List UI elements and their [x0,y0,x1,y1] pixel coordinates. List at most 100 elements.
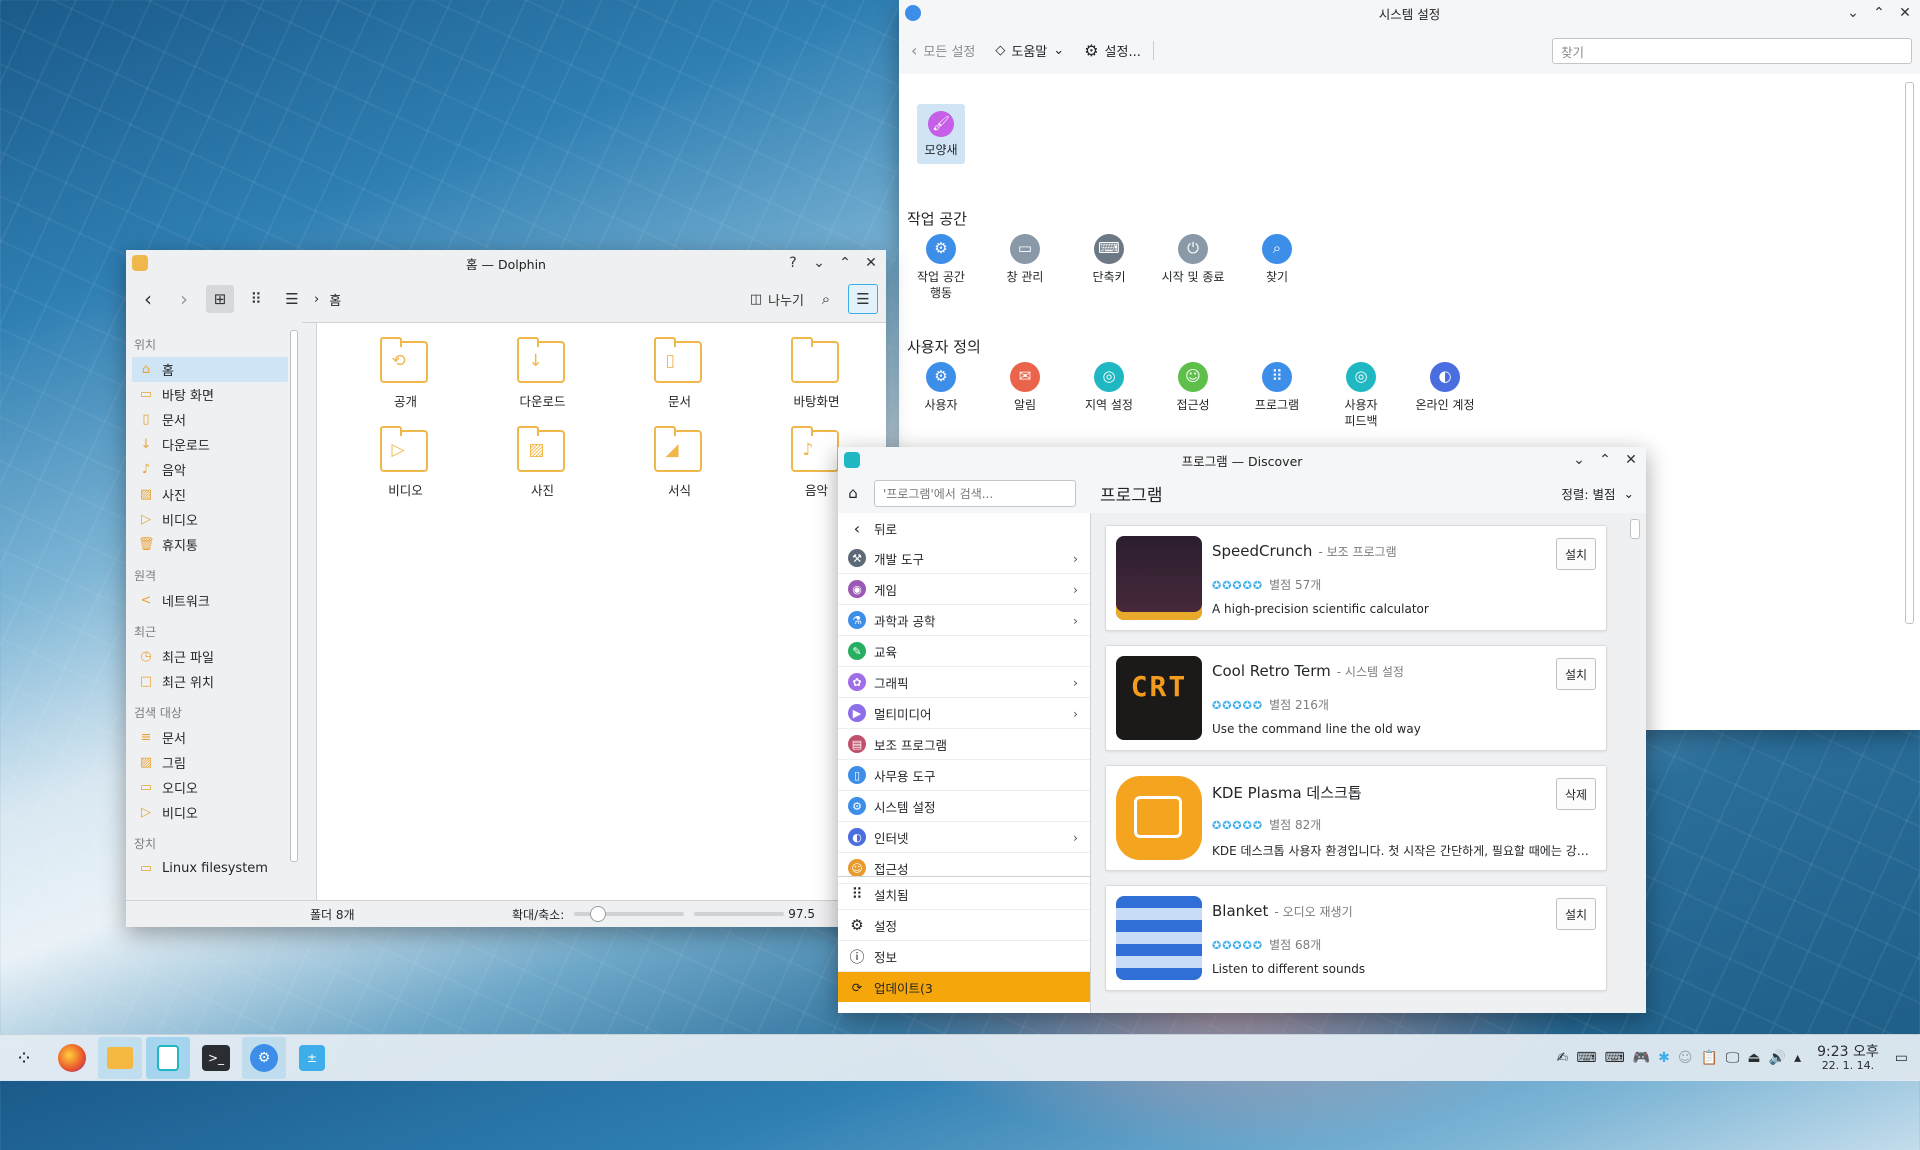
settings-module-item[interactable]: ☺ 접근성 [1151,362,1235,429]
search-icon[interactable]: ⌕ [812,285,840,313]
close-icon[interactable]: ✕ [1622,450,1640,470]
places-item[interactable]: ▷ 비디오 [132,800,288,825]
folder-item[interactable]: ▷ 비디오 [337,424,474,499]
clock[interactable]: 9:23 오후 22. 1. 14. [1817,1044,1879,1073]
show-desktop-icon[interactable]: ▭ [1895,1050,1908,1066]
folder-item[interactable]: ↓ 다운로드 [474,335,611,410]
settings-module-item[interactable]: ◎ 지역 설정 [1067,362,1151,429]
back-arrow-icon[interactable]: ‹ [134,285,162,313]
category-item[interactable]: ⚗ 과학과 공학 › [838,605,1090,636]
calculator-icon[interactable]: ± [290,1037,334,1079]
icons-view-icon[interactable]: ⊞ [206,285,234,313]
bottom-nav-item[interactable]: ⠿ 설치됨 [838,879,1090,910]
discover-search-input[interactable]: '프로그램'에서 검색... [874,479,1076,507]
dolphin-task-icon[interactable] [98,1037,142,1079]
split-view-button[interactable]: ◫ 나누기 [750,285,804,313]
settings-module-item[interactable]: ⠿ 프로그램 [1235,362,1319,429]
zoom-slider-knob[interactable] [590,906,607,922]
hamburger-menu-icon[interactable]: ☰ [848,284,878,314]
settings-module-item[interactable]: ✉ 알림 [983,362,1067,429]
folder-item[interactable]: ◢ 서식 [611,424,748,499]
help-icon[interactable]: ? [784,253,802,273]
chevron-down-icon[interactable]: ⌄ [1570,450,1588,470]
settings-module-item[interactable]: ◐ 온라인 계정 [1403,362,1487,429]
keyboard-layout-icon[interactable]: ⌨ [1604,1050,1624,1066]
konsole-icon[interactable]: >_ [194,1037,238,1079]
places-item[interactable]: 🗑 휴지통 [132,532,288,557]
maximize-icon[interactable]: ⌃ [1870,3,1888,23]
bottom-nav-item[interactable]: ⚙ 설정 [838,910,1090,941]
maximize-icon[interactable]: ⌃ [1596,450,1614,470]
settings-module-item[interactable]: ⌕ 찾기 [1235,234,1319,301]
dolphin-titlebar[interactable]: 홈 — Dolphin ? ⌄ ⌃ ✕ [126,250,886,276]
remove-button[interactable]: 삭제 [1556,778,1596,810]
category-item[interactable]: ▶ 멀티미디어 › [838,698,1090,729]
settings-scrollbar[interactable] [1905,82,1914,624]
app-list-scrollbar[interactable] [1630,519,1640,539]
app-launcher-icon[interactable]: ⁘ [2,1037,46,1079]
settings-module-item[interactable]: ⚙ 작업 공간 행동 [899,234,983,301]
settings-module-item[interactable]: ▭ 창 관리 [983,234,1067,301]
appearance-item[interactable]: 🖌 모양새 [917,104,965,164]
chevron-down-icon[interactable]: ⌄ [1844,3,1862,23]
display-icon[interactable]: 🖵 [1726,1050,1740,1066]
install-button[interactable]: 설치 [1556,658,1596,690]
system-settings-task-icon[interactable]: ⚙ [242,1037,286,1079]
places-item[interactable]: ↓ 다운로드 [132,432,288,457]
category-item[interactable]: ▤ 보조 프로그램 [838,729,1090,760]
discover-task-icon[interactable] [146,1037,190,1079]
settings-titlebar[interactable]: 시스템 설정 ⌄ ⌃ ✕ [899,0,1920,26]
game-controller-icon[interactable]: 🎮 [1633,1050,1650,1066]
places-item[interactable]: ⌂ 홈 [132,357,288,382]
close-icon[interactable]: ✕ [862,253,880,273]
sort-dropdown[interactable]: 정렬: 별점 ⌄ [1561,484,1646,503]
home-icon[interactable]: ⌂ [838,484,868,502]
places-item[interactable]: ▭ 오디오 [132,775,288,800]
install-button[interactable]: 설치 [1556,538,1596,570]
app-card[interactable]: CRT Cool Retro Term - 시스템 설정 ✪✪✪✪✪ 별점 216개 Us… [1105,645,1607,751]
settings-module-item[interactable]: ⚙ 사용자 [899,362,983,429]
breadcrumb-home[interactable]: 홈 [329,290,341,309]
updates-item[interactable]: ⟳ 업데이트(3 [838,972,1090,1002]
category-item[interactable]: ✎ 교육 [838,636,1090,667]
places-item[interactable]: ≡ 문서 [132,725,288,750]
close-icon[interactable]: ✕ [1896,3,1914,23]
settings-search-input[interactable]: 찾기 [1552,38,1912,64]
places-scrollbar[interactable] [290,330,298,862]
app-card[interactable]: SpeedCrunch - 보조 프로그램 ✪✪✪✪✪ 별점 57개 A high-pr… [1105,525,1607,631]
folder-item[interactable]: ▯ 문서 [611,335,748,410]
volume-icon[interactable]: 🔊 [1769,1050,1786,1066]
forward-arrow-icon[interactable]: › [170,285,198,313]
compact-view-icon[interactable]: ⠿ [242,285,270,313]
tray-expand-icon[interactable]: ▴ [1794,1050,1801,1066]
chevron-down-icon[interactable]: ⌄ [810,253,828,273]
back-button[interactable]: ‹ 뒤로 [838,513,1090,543]
app-card[interactable]: KDE Plasma 데스크톱 ✪✪✪✪✪ 별점 82개 KDE 데스크톱 사용자 환… [1105,765,1607,871]
help-menu-button[interactable]: ◇ 도움말 ⌄ [995,41,1064,60]
settings-module-item[interactable]: ⏻ 시작 및 종료 [1151,234,1235,301]
places-item[interactable]: ▨ 사진 [132,482,288,507]
clipboard-icon[interactable]: 📋 [1700,1050,1717,1066]
places-item[interactable]: ♪ 음악 [132,457,288,482]
details-view-icon[interactable]: ☰ [278,285,306,313]
bluetooth-icon[interactable]: ✱ [1658,1050,1670,1066]
category-item[interactable]: ◐ 인터넷 › [838,822,1090,853]
category-item[interactable]: ⚒ 개발 도구 › [838,543,1090,574]
discover-titlebar[interactable]: 프로그램 — Discover ⌄ ⌃ ✕ [838,447,1646,473]
places-item[interactable]: ▯ 문서 [132,407,288,432]
firefox-icon[interactable] [50,1037,94,1079]
input-method-icon[interactable]: ✍ [1557,1050,1569,1066]
category-item[interactable]: ✿ 그래픽 › [838,667,1090,698]
places-item[interactable]: □ 최근 위치 [132,669,288,694]
zoom-slider[interactable] [574,906,685,922]
keyboard-icon[interactable]: ⌨ [1576,1050,1596,1066]
usb-device-icon[interactable]: ⏏ [1747,1050,1760,1066]
places-item[interactable]: < 네트워크 [132,588,288,613]
install-button[interactable]: 설치 [1556,898,1596,930]
places-item[interactable]: ▷ 비디오 [132,507,288,532]
app-card[interactable]: Blanket - 오디오 재생기 ✪✪✪✪✪ 별점 68개 Listen to dif… [1105,885,1607,991]
places-item[interactable]: ◷ 최근 파일 [132,644,288,669]
settings-module-item[interactable]: ⌨ 단축키 [1067,234,1151,301]
places-item[interactable]: ▨ 그림 [132,750,288,775]
folder-item[interactable]: 바탕화면 [748,335,885,410]
